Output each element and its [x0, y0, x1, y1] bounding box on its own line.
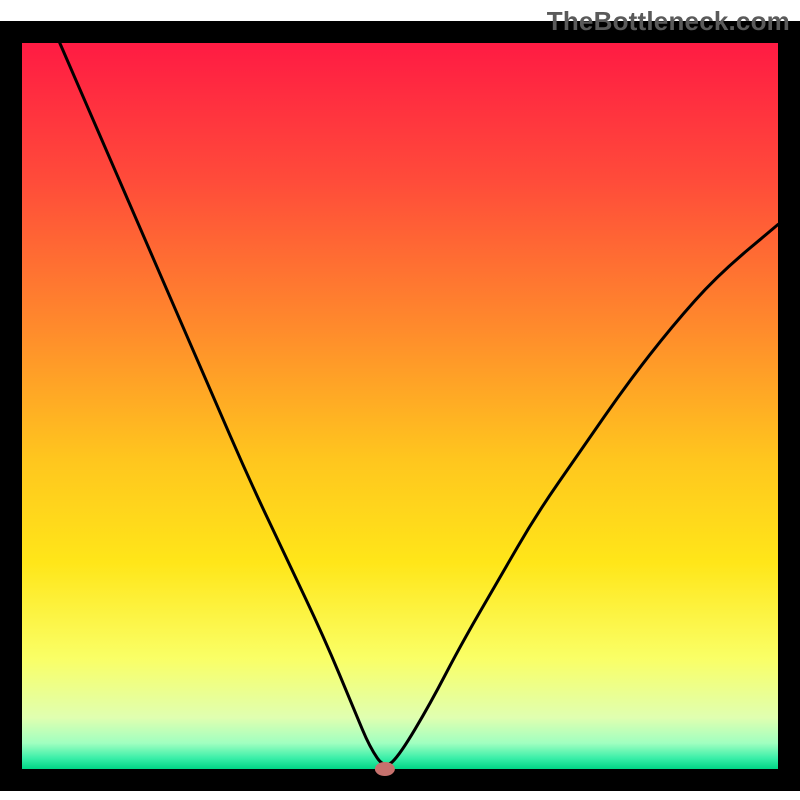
watermark-text: TheBottleneck.com [547, 6, 790, 37]
bottleneck-chart [0, 0, 800, 800]
minimum-marker [375, 762, 395, 776]
chart-frame: TheBottleneck.com [0, 0, 800, 800]
gradient-field [22, 32, 778, 769]
